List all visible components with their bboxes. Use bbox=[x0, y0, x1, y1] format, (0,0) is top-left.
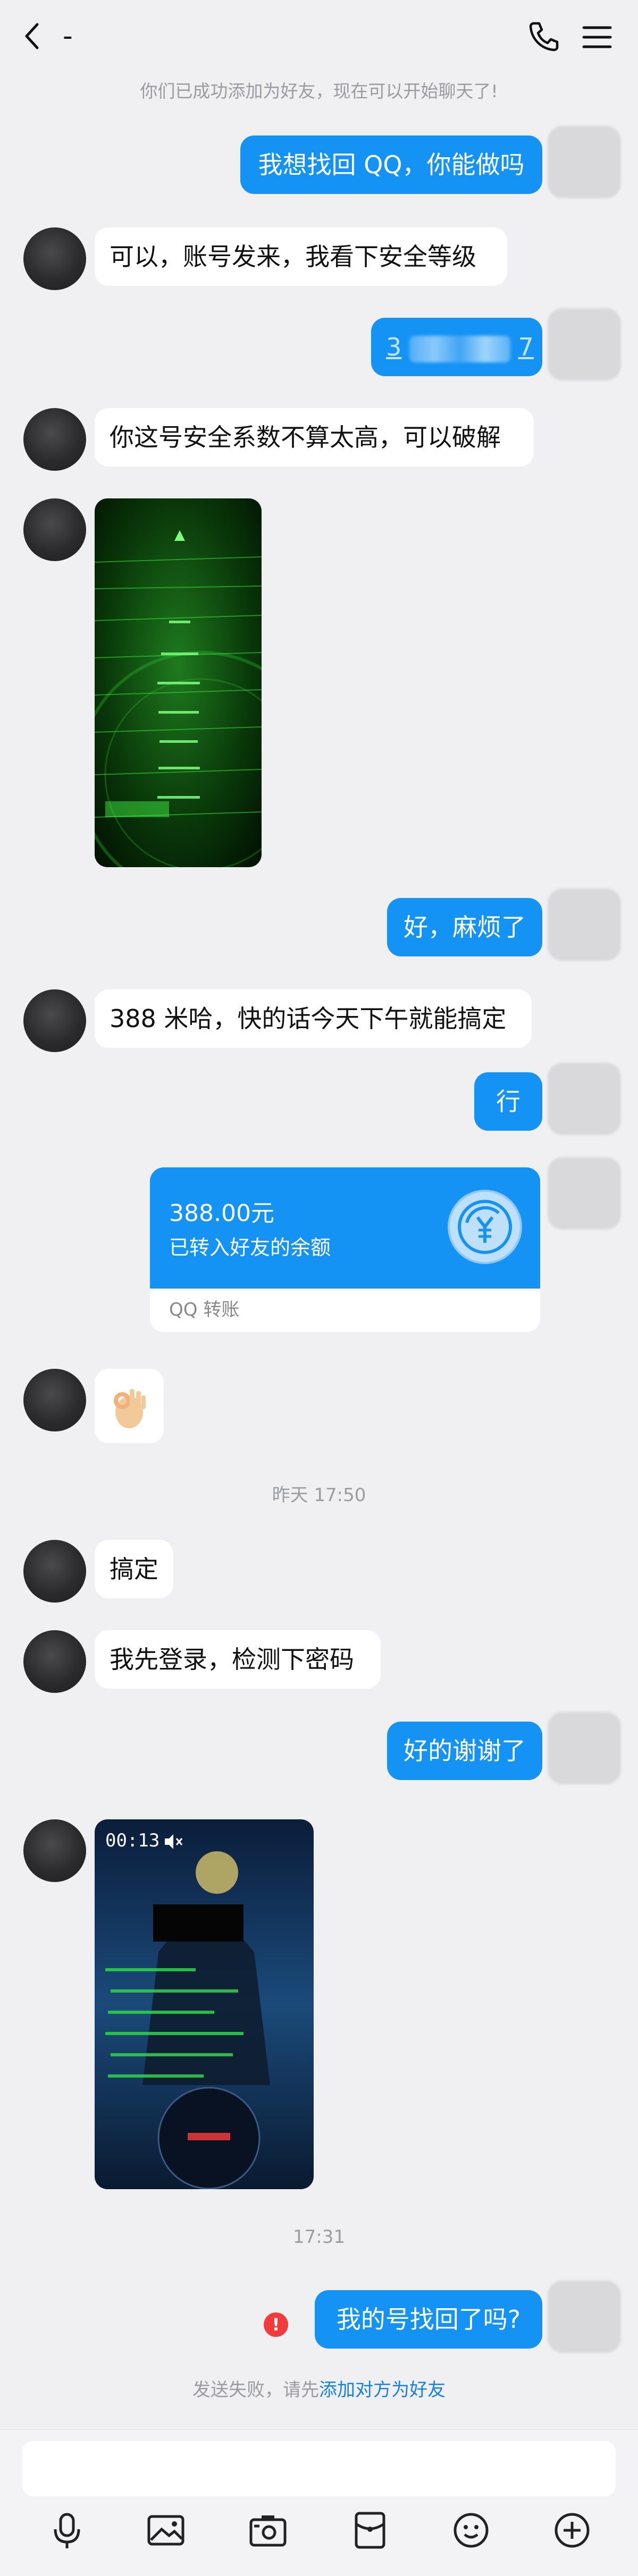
ok-hand-sticker[interactable] bbox=[95, 1369, 164, 1443]
send-fail-text: 发送失败，请先 bbox=[192, 2379, 319, 2401]
contact-avatar[interactable] bbox=[23, 1540, 86, 1603]
message-bubble-received[interactable]: 你这号安全系数不算太高，可以破解 bbox=[95, 408, 534, 467]
hacker-video[interactable]: 00:13 bbox=[95, 1819, 314, 2189]
timestamp: 17:31 bbox=[293, 2226, 345, 2248]
system-notice: 你们已成功添加为好友，现在可以开始聊天了! bbox=[140, 81, 498, 101]
camera-icon[interactable] bbox=[247, 2509, 289, 2552]
transfer-amount: 388.00元 bbox=[169, 1200, 274, 1227]
contact-avatar[interactable] bbox=[23, 1630, 86, 1693]
account-prefix: 3 bbox=[386, 333, 402, 361]
chat-title: - bbox=[63, 20, 73, 52]
video-duration: 00:13 bbox=[105, 1830, 160, 1851]
self-avatar[interactable] bbox=[548, 1063, 621, 1135]
send-fail-notice: 发送失败，请先添加对方为好友 bbox=[0, 2375, 638, 2401]
self-avatar[interactable] bbox=[548, 308, 621, 380]
phone-icon[interactable] bbox=[526, 19, 561, 54]
contact-avatar[interactable] bbox=[23, 989, 86, 1052]
contact-avatar[interactable] bbox=[23, 227, 86, 290]
send-failed-icon[interactable]: ! bbox=[264, 2312, 288, 2337]
self-avatar[interactable] bbox=[548, 1712, 621, 1784]
yen-coin-icon bbox=[448, 1190, 522, 1264]
message-bubble-sent-account[interactable]: 3 7 bbox=[371, 318, 542, 376]
timestamp: 昨天 17:50 bbox=[272, 1485, 366, 1506]
self-avatar[interactable] bbox=[548, 126, 621, 198]
emoji-icon[interactable] bbox=[450, 2509, 492, 2552]
image-icon[interactable] bbox=[145, 2509, 187, 2552]
self-avatar[interactable] bbox=[548, 2281, 621, 2353]
message-bubble-sent[interactable]: 行 bbox=[474, 1072, 542, 1131]
message-bubble-received[interactable]: 388 米哈，快的话今天下午就能搞定 bbox=[95, 989, 532, 1048]
contact-avatar[interactable] bbox=[23, 1819, 86, 1882]
message-bubble-sent[interactable]: 好，麻烦了 bbox=[387, 898, 542, 956]
self-avatar[interactable] bbox=[548, 888, 621, 961]
hacker-screen-image[interactable] bbox=[95, 498, 262, 867]
contact-avatar[interactable] bbox=[23, 1369, 86, 1431]
back-arrow-icon[interactable] bbox=[20, 20, 47, 52]
message-bubble-received[interactable]: 搞定 bbox=[95, 1540, 173, 1598]
message-bubble-sent[interactable]: 好的谢谢了 bbox=[387, 1722, 542, 1780]
transfer-footer: QQ 转账 bbox=[169, 1299, 240, 1320]
transfer-card[interactable]: 388.00元 已转入好友的余额 QQ 转账 bbox=[150, 1167, 540, 1332]
message-bubble-received[interactable]: 我先登录，检测下密码 bbox=[95, 1630, 381, 1689]
menu-icon[interactable] bbox=[580, 21, 615, 53]
message-bubble-received[interactable]: 可以，账号发来，我看下安全等级 bbox=[95, 227, 507, 286]
plus-icon[interactable] bbox=[551, 2509, 593, 2552]
self-avatar[interactable] bbox=[548, 1157, 621, 1230]
add-friend-link[interactable]: 添加对方为好友 bbox=[319, 2379, 446, 2401]
chat-header: - bbox=[0, 0, 638, 69]
contact-avatar[interactable] bbox=[23, 408, 86, 471]
message-bubble-sent-failed[interactable]: 我的号找回了吗? bbox=[315, 2290, 542, 2349]
mic-icon[interactable] bbox=[46, 2509, 88, 2552]
message-input[interactable] bbox=[22, 2441, 616, 2496]
transfer-description: 已转入好友的余额 bbox=[169, 1236, 331, 1259]
message-bubble-sent[interactable]: 我想找回 QQ，你能做吗 bbox=[240, 135, 542, 194]
account-suffix: 7 bbox=[518, 333, 534, 361]
ok-hand-icon bbox=[114, 1389, 146, 1428]
mute-icon bbox=[165, 1834, 183, 1849]
contact-avatar[interactable] bbox=[23, 498, 86, 561]
account-mask bbox=[409, 335, 510, 362]
red-packet-icon[interactable] bbox=[349, 2509, 391, 2552]
